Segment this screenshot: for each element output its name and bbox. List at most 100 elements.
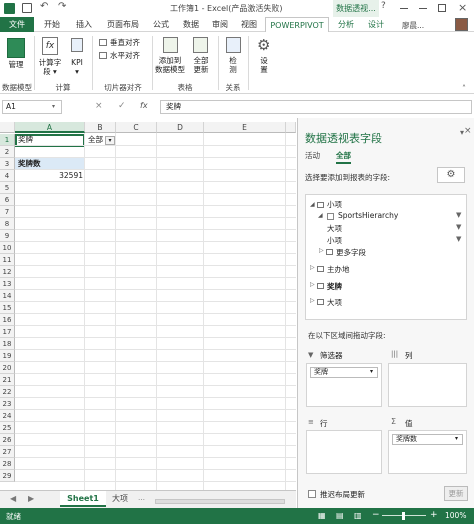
expand-icon[interactable]: ▷ xyxy=(319,247,324,254)
row-header[interactable]: 12 xyxy=(0,266,15,278)
column-header[interactable]: A xyxy=(15,122,85,133)
next-sheet-icon[interactable]: ▶ xyxy=(28,494,34,503)
gear-icon[interactable]: ⚙ xyxy=(437,167,465,183)
column-header[interactable]: D xyxy=(157,122,204,133)
user-name[interactable]: 廖晨... xyxy=(402,20,424,31)
row-header[interactable]: 6 xyxy=(0,194,15,206)
tab-review[interactable]: 审阅 xyxy=(207,17,233,32)
columns-drop-area[interactable] xyxy=(388,363,467,407)
sheet-tab-active[interactable]: Sheet1 xyxy=(60,491,106,507)
worksheet-grid[interactable]: A B C D E 奖牌 全部 ▾ 奖牌数 32591 1 2 3 4 5 6 7 8 9 10 1… xyxy=(0,122,296,490)
namebox-dropdown-icon[interactable]: ▾ xyxy=(52,103,55,110)
field-table-label[interactable]: 主办地 xyxy=(327,264,350,275)
row-header[interactable]: 16 xyxy=(0,314,15,326)
tab-all-fields[interactable]: 全部 xyxy=(336,150,351,164)
page-break-view-icon[interactable]: ▥ xyxy=(354,511,362,520)
select-all-corner[interactable] xyxy=(0,122,15,133)
tab-design[interactable]: 设计 xyxy=(363,17,389,32)
tab-data[interactable]: 数据 xyxy=(178,17,204,32)
row-header[interactable]: 17 xyxy=(0,326,15,338)
field-item[interactable]: SportsHierarchy xyxy=(338,211,398,220)
undo-icon[interactable]: ↶ xyxy=(40,1,48,12)
vertical-align-button[interactable]: 垂直对齐 xyxy=(110,38,140,47)
update-all-button[interactable]: 全部 更新 xyxy=(188,56,214,74)
pane-close-icon[interactable]: × xyxy=(464,126,472,136)
expand-icon[interactable]: ▷ xyxy=(310,297,315,304)
ribbon-display-icon[interactable] xyxy=(400,8,408,9)
row-header[interactable]: 22 xyxy=(0,386,15,398)
insert-function-button[interactable]: fx xyxy=(140,101,148,110)
expand-icon[interactable]: ▷ xyxy=(310,281,315,288)
avatar[interactable] xyxy=(455,18,468,31)
row-header[interactable]: 29 xyxy=(0,470,15,482)
field-table-label[interactable]: 大项 xyxy=(327,297,342,308)
row-header[interactable]: 7 xyxy=(0,206,15,218)
row-header[interactable]: 11 xyxy=(0,254,15,266)
row-header[interactable]: 8 xyxy=(0,218,15,230)
column-header[interactable]: E xyxy=(204,122,286,133)
horizontal-align-button[interactable]: 水平对齐 xyxy=(110,51,140,60)
values-field-chip[interactable]: 奖牌数 xyxy=(392,434,463,445)
manage-button[interactable]: 管理 xyxy=(2,60,30,69)
calculated-fields-button[interactable]: 计算字 段 ▾ xyxy=(36,58,64,76)
row-header[interactable]: 3 xyxy=(0,158,15,170)
filter-field-chip[interactable]: 奖牌 xyxy=(310,367,378,378)
tab-active-fields[interactable]: 活动 xyxy=(305,150,320,161)
page-layout-view-icon[interactable]: ▤ xyxy=(336,511,344,520)
filter-dropdown-icon[interactable]: ▾ xyxy=(105,136,115,145)
field-item[interactable]: 大项 xyxy=(327,223,342,234)
filters-drop-area[interactable]: 奖牌 ▾ xyxy=(306,363,382,407)
row-header[interactable]: 20 xyxy=(0,362,15,374)
field-item[interactable]: 更多字段 xyxy=(336,247,366,258)
field-item[interactable]: 小项 xyxy=(327,235,342,246)
field-list[interactable]: ◢ 小项 ◢ SportsHierarchy ▼ 大项 ▼ 小项 ▼ ▷ 更多字… xyxy=(305,194,467,320)
row-header[interactable]: 14 xyxy=(0,290,15,302)
expand-icon[interactable]: ▷ xyxy=(310,264,315,271)
settings-button[interactable]: 设 置 xyxy=(252,56,276,74)
row-header[interactable]: 1 xyxy=(0,134,15,146)
row-header[interactable]: 13 xyxy=(0,278,15,290)
row-header[interactable]: 24 xyxy=(0,410,15,422)
row-header[interactable]: 21 xyxy=(0,374,15,386)
cancel-icon[interactable]: × xyxy=(95,101,103,111)
save-icon[interactable] xyxy=(22,3,32,13)
collapse-icon[interactable]: ◢ xyxy=(310,201,315,208)
collapse-icon[interactable]: ◢ xyxy=(318,212,323,219)
update-button[interactable]: 更新 xyxy=(444,486,468,501)
rows-drop-area[interactable] xyxy=(306,430,382,474)
help-icon[interactable]: ? xyxy=(381,1,386,11)
column-header[interactable] xyxy=(286,122,296,133)
redo-icon[interactable]: ↷ xyxy=(58,1,66,12)
close-icon[interactable]: × xyxy=(458,1,467,14)
collapse-ribbon-icon[interactable]: ˄ xyxy=(462,84,466,93)
zoom-in-icon[interactable]: + xyxy=(430,510,438,520)
defer-update-checkbox[interactable] xyxy=(308,490,316,498)
column-header[interactable]: B xyxy=(85,122,116,133)
tab-page-layout[interactable]: 页面布局 xyxy=(102,17,144,32)
column-header[interactable]: C xyxy=(116,122,157,133)
tab-analyze[interactable]: 分析 xyxy=(333,17,359,32)
row-header[interactable]: 5 xyxy=(0,182,15,194)
row-header[interactable]: 26 xyxy=(0,434,15,446)
chip-dropdown-icon[interactable]: ▾ xyxy=(455,435,458,442)
row-header[interactable]: 9 xyxy=(0,230,15,242)
checkbox[interactable] xyxy=(327,213,334,220)
zoom-level[interactable]: 100% xyxy=(445,511,466,520)
prev-sheet-icon[interactable]: ◀ xyxy=(10,494,16,503)
formula-input[interactable]: 奖牌 xyxy=(160,100,472,114)
row-header[interactable]: 23 xyxy=(0,398,15,410)
chip-dropdown-icon[interactable]: ▾ xyxy=(370,368,373,375)
tab-powerpivot[interactable]: POWERPIVOT xyxy=(265,17,329,33)
row-header[interactable]: 18 xyxy=(0,338,15,350)
normal-view-icon[interactable]: ▦ xyxy=(318,511,326,520)
minimize-icon[interactable] xyxy=(419,8,427,9)
row-header[interactable]: 19 xyxy=(0,350,15,362)
tab-insert[interactable]: 插入 xyxy=(70,17,98,32)
add-to-data-model-button[interactable]: 添加到 数据模型 xyxy=(152,56,188,74)
tab-home[interactable]: 开始 xyxy=(38,17,66,32)
row-header[interactable]: 4 xyxy=(0,170,15,182)
more-sheets-icon[interactable]: … xyxy=(138,494,145,502)
tab-formulas[interactable]: 公式 xyxy=(148,17,174,32)
row-header[interactable]: 15 xyxy=(0,302,15,314)
horizontal-scrollbar[interactable] xyxy=(155,499,285,504)
